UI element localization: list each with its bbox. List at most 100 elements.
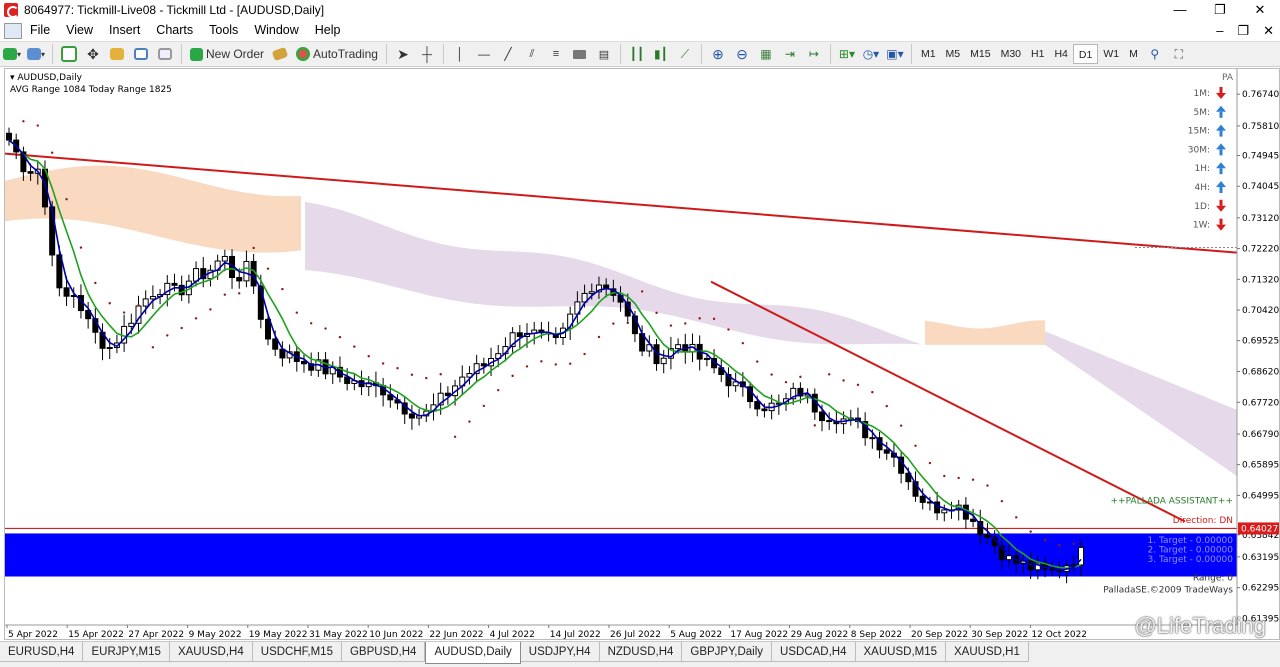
menu-insert[interactable]: Insert — [101, 20, 148, 41]
search-button[interactable]: ⚲ — [1144, 43, 1166, 65]
avg-range-label: AVG Range 1084 Today Range 1825 — [10, 85, 172, 95]
cursor-tool[interactable]: ➤ — [392, 43, 414, 65]
autoscroll-button[interactable]: ↦ — [803, 43, 825, 65]
toolbar-separator — [442, 44, 444, 64]
menu-file[interactable]: File — [22, 20, 58, 41]
crosshair-tool[interactable]: ┼ — [416, 43, 438, 65]
zoom-in-button[interactable]: ⊕ — [707, 43, 729, 65]
doc-minimize-button[interactable]: – — [1216, 20, 1223, 41]
chart-tab-xauusd-m15[interactable]: XAUUSD,M15 — [855, 642, 947, 662]
price-chart[interactable]: 0.76740 0.75810 0.74945 0.74045 0.73120 0.722… — [5, 69, 1280, 640]
trendline-tool[interactable]: ╱ — [497, 43, 519, 65]
arrow-down-icon — [1216, 218, 1226, 231]
text-tool[interactable]: ▤ — [593, 43, 615, 65]
new-order-button[interactable]: New Order — [187, 43, 267, 65]
parabolic-sar-dot — [698, 317, 701, 320]
price-tick-label: 0.71320 — [1242, 275, 1279, 285]
timeframe-m30[interactable]: M30 — [996, 44, 1026, 64]
autotrading-icon — [296, 47, 311, 61]
timeframe-mn[interactable]: M — [1124, 44, 1143, 64]
parabolic-sar-dot — [928, 461, 932, 465]
parabolic-sar-dot — [827, 373, 831, 376]
templates-button[interactable]: ▣▾ — [884, 43, 906, 65]
channel-tool[interactable]: ⫽ — [521, 43, 543, 65]
menu-window[interactable]: Window — [246, 20, 306, 41]
data-window-button[interactable]: ✥ — [82, 43, 104, 65]
close-button[interactable]: ✕ — [1240, 0, 1280, 20]
chart-window[interactable]: 0.76740 0.75810 0.74945 0.74045 0.73120 0.722… — [4, 68, 1280, 640]
market-watch-button[interactable] — [58, 43, 80, 65]
terminal-button[interactable] — [130, 43, 152, 65]
parabolic-sar-dot — [1000, 499, 1004, 503]
time-tick-label: 12 Oct 2022 — [1031, 630, 1087, 640]
timeframe-m1[interactable]: M1 — [916, 44, 941, 64]
doc-restore-button[interactable]: ❐ — [1237, 20, 1249, 41]
fibonacci-tool[interactable]: ≡ — [545, 43, 567, 65]
candle-body — [27, 171, 34, 174]
chart-tab-eurjpy-m15[interactable]: EURJPY,M15 — [83, 642, 170, 662]
timeframe-w1[interactable]: W1 — [1098, 44, 1124, 64]
chart-tab-gbpusd-h4[interactable]: GBPUSD,H4 — [341, 642, 426, 662]
chart-tab-nzdusd-h4[interactable]: NZDUSD,H4 — [599, 642, 683, 662]
autotrading-button[interactable]: AutoTrading — [293, 43, 381, 65]
chart-tab-audusd-daily[interactable]: AUDUSD,Daily — [425, 642, 521, 664]
chart-document-icon[interactable] — [4, 22, 22, 39]
vertical-line-tool[interactable]: │ — [449, 43, 471, 65]
menu-view[interactable]: View — [58, 20, 101, 41]
bar-chart-button[interactable]: ┃┃ — [626, 43, 648, 65]
chart-tab-usdcad-h4[interactable]: USDCAD,H4 — [772, 642, 856, 662]
fullscreen-button[interactable]: ⛶ — [1168, 43, 1190, 65]
profiles-button[interactable]: ▾ — [25, 43, 47, 65]
price-tick-label: 0.74945 — [1242, 151, 1279, 161]
chart-shift-button[interactable]: ⇥ — [779, 43, 801, 65]
periods-button[interactable]: ◷▾ — [860, 43, 882, 65]
candle-body — [675, 344, 682, 350]
doc-close-button[interactable]: ✕ — [1263, 20, 1274, 41]
timeframe-h4[interactable]: H4 — [1049, 44, 1072, 64]
metaeditor-button[interactable] — [269, 43, 291, 65]
candle-body — [826, 420, 833, 423]
parabolic-sar-dot — [367, 355, 370, 358]
chart-tab-gbpjpy-daily[interactable]: GBPJPY,Daily — [682, 642, 773, 662]
crosshair-icon: ┼ — [421, 46, 432, 62]
bar-chart-icon: ┃┃ — [629, 47, 645, 61]
chart-tab-usdchf-m15[interactable]: USDCHF,M15 — [252, 642, 342, 662]
timeframe-m5[interactable]: M5 — [941, 44, 966, 64]
tile-windows-icon: ▦ — [760, 47, 772, 61]
timeframe-h1[interactable]: H1 — [1026, 44, 1049, 64]
zoom-out-button[interactable]: ⊖ — [731, 43, 753, 65]
horizontal-line-tool[interactable]: — — [473, 43, 495, 65]
assistant-target: 1. Target - 0.00000 — [1148, 536, 1234, 546]
menu-help[interactable]: Help — [307, 20, 349, 41]
parabolic-sar-dot — [166, 334, 169, 337]
menu-charts[interactable]: Charts — [148, 20, 201, 41]
line-chart-button[interactable]: ⟋ — [674, 43, 696, 65]
tile-windows-button[interactable]: ▦ — [755, 43, 777, 65]
price-tick-label: 0.64995 — [1242, 491, 1279, 501]
timeframe-d1[interactable]: D1 — [1072, 44, 1099, 64]
assistant-copyright: PalladaSE.©2009 TradeWays — [1103, 586, 1233, 596]
assistant-target: 3. Target - 0.00000 — [1148, 555, 1234, 565]
pa-timeframe-label: 1D: — [1194, 202, 1210, 212]
indicators-button[interactable]: ⊞▾ — [836, 43, 858, 65]
timeframe-m15[interactable]: M15 — [965, 44, 995, 64]
chart-symbol-label: ▾ AUDUSD,Daily — [10, 73, 82, 83]
parabolic-sar-dot — [122, 311, 126, 314]
minimize-button[interactable]: — — [1160, 0, 1200, 20]
chart-tab-usdjpy-h4[interactable]: USDJPY,H4 — [520, 642, 600, 662]
strategy-tester-button[interactable] — [154, 43, 176, 65]
menu-tools[interactable]: Tools — [201, 20, 246, 41]
parabolic-sar-dot — [94, 281, 97, 285]
chart-tab-xauusd-h1[interactable]: XAUUSD,H1 — [946, 642, 1029, 662]
parabolic-sar-dot — [640, 290, 644, 293]
parabolic-sar-dot — [799, 375, 802, 379]
chart-tab-xauusd-h4[interactable]: XAUUSD,H4 — [169, 642, 253, 662]
maximize-button[interactable]: ❐ — [1200, 0, 1240, 20]
trendline-icon: ╱ — [504, 47, 512, 61]
rectangle-tool[interactable] — [569, 43, 591, 65]
zoom-out-icon: ⊖ — [736, 45, 748, 62]
chart-tab-eurusd-h4[interactable]: EURUSD,H4 — [0, 642, 84, 662]
navigator-button[interactable] — [106, 43, 128, 65]
candlestick-button[interactable]: ▮┃ — [650, 43, 672, 65]
new-chart-button[interactable]: ▾ — [1, 43, 23, 65]
